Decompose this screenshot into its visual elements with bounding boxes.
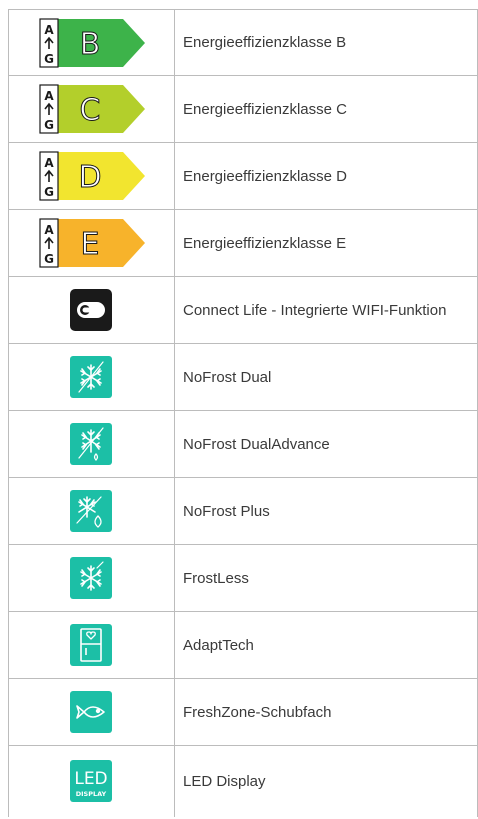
scale-top-text: A [44,23,54,37]
nofrost-dualadvance-icon [70,423,112,465]
table-row: NoFrost DualAdvance [8,411,478,478]
energy-label-cell: A G D [8,143,174,209]
row-label: Energieeffizienzklasse E [183,234,347,252]
freshzone-icon [70,691,112,733]
feature-table: A G B Energieeffizienzklasse B A G C Ene… [8,9,478,817]
energy-class-c-icon: A G C [39,84,145,134]
scale-top-text: A [44,223,54,237]
feature-icon-cell [8,545,174,611]
feature-icon-cell [8,679,174,745]
frostless-icon [70,557,112,599]
scale-top-text: A [44,89,54,103]
energy-class-d-icon: A G D [39,151,145,201]
table-row: FreshZone-Schubfach [8,679,478,746]
row-label: NoFrost Plus [183,502,270,520]
table-row: NoFrost Plus [8,478,478,545]
table-row: A G E Energieeffizienzklasse E [8,210,478,277]
row-label: AdaptTech [183,636,254,654]
nofrost-dual-icon [70,356,112,398]
scale-bottom-text: G [44,118,54,132]
adapttech-icon [70,624,112,666]
table-row: FrostLess [8,545,478,612]
feature-icon-cell [8,344,174,410]
row-label: Energieeffizienzklasse B [183,34,347,51]
row-label: LED Display [183,772,266,790]
scale-bottom-text: G [44,185,54,199]
energy-class-letter: D [78,160,101,195]
table-row: A G C Energieeffizienzklasse C [8,76,478,143]
table-row: A G B Energieeffizienzklasse B [8,9,478,76]
feature-icon-cell: LED DISPLAY [8,746,174,816]
energy-label-cell: A G E [8,210,174,276]
table-row: AdaptTech [8,612,478,679]
row-label: FreshZone-Schubfach [183,703,332,721]
feature-icon-cell [8,411,174,477]
led-icon-text: LED [74,769,107,789]
table-row: Connect Life - Integrierte WIFI-Funktion [8,277,478,344]
energy-class-letter: B [80,27,101,62]
energy-class-b-icon: A G B [39,17,145,68]
energy-class-letter: E [81,227,100,262]
row-label: NoFrost Dual [183,368,272,386]
table-row: NoFrost Dual [8,344,478,411]
energy-class-letter: C [80,93,101,128]
scale-bottom-text: G [44,52,54,66]
row-label: Energieeffizienzklasse D [183,167,347,185]
table-row: LED DISPLAY LED Display [8,746,478,816]
row-label: Connect Life - Integrierte WIFI-Funktion [183,301,447,319]
table-row: A G D Energieeffizienzklasse D [8,143,478,210]
feature-icon-cell [8,478,174,544]
energy-label-cell: A G B [8,10,174,75]
energy-class-e-icon: A G E [39,218,145,268]
energy-label-cell: A G C [8,76,174,142]
display-icon-text: DISPLAY [76,790,107,798]
scale-bottom-text: G [44,252,54,266]
connect-life-icon [70,289,112,331]
feature-icon-cell [8,277,174,343]
scale-top-text: A [44,156,54,170]
row-label: Energieeffizienzklasse C [183,100,347,118]
row-label: NoFrost DualAdvance [183,435,330,453]
nofrost-plus-icon [70,490,112,532]
led-display-icon: LED DISPLAY [70,760,112,802]
feature-icon-cell [8,612,174,678]
row-label: FrostLess [183,569,249,587]
